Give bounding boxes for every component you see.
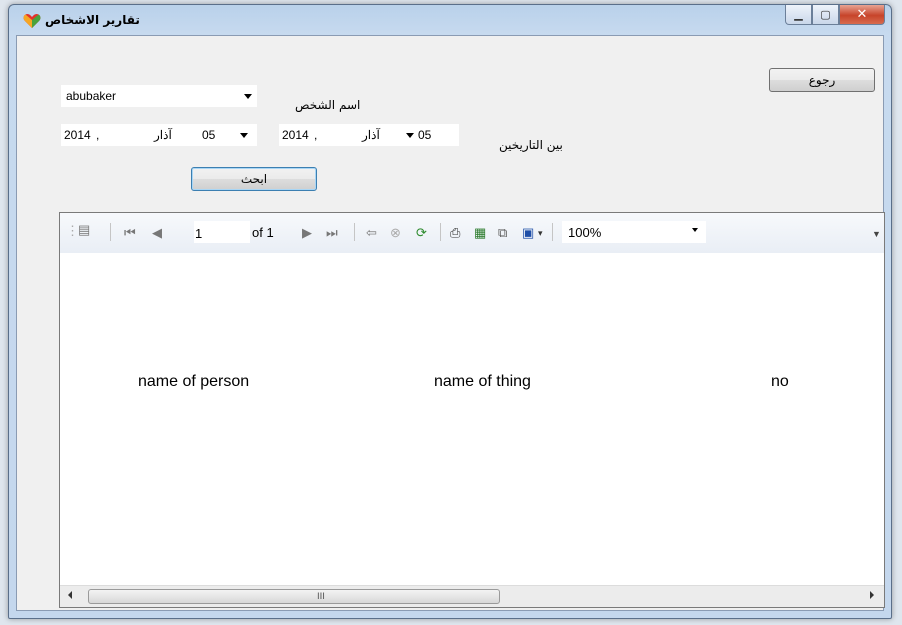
refresh-icon[interactable]: ⟳ (416, 225, 427, 241)
window-title: تقارير الاشخاص (45, 13, 140, 27)
date-from-comma: , (96, 128, 100, 142)
previous-page-icon[interactable]: ◀ (152, 225, 162, 241)
title-bar[interactable]: تقارير الاشخاص ▁ ▢ ✕ (9, 5, 891, 35)
scrollbar-thumb[interactable]: III (88, 589, 500, 604)
caption-buttons: ▁ ▢ ✕ (785, 5, 885, 27)
scrollbar-grip: III (317, 592, 325, 602)
chevron-down-icon (692, 228, 698, 232)
date-from-day: 05 (202, 128, 216, 142)
app-heart-icon (23, 14, 41, 28)
person-label: اسم الشخص (295, 98, 361, 112)
report-toolbar: ⋮ ▤ ⏮ ◀ 1 of 1 ▶ ⏭ ⇦ ⊗ ⟳ ⎙ ▦ ⧉ ▣ ▾ 100% … (60, 213, 884, 253)
back-button[interactable]: رجوع (769, 68, 875, 92)
next-page-icon[interactable]: ▶ (302, 225, 312, 241)
zoom-value: 100% (568, 225, 602, 240)
date-from-year: 2014 (64, 128, 91, 142)
date-to-year: 2014 (282, 128, 309, 142)
page-number-value: 1 (195, 226, 203, 241)
toolbar-separator (440, 223, 441, 241)
toolbar-separator (110, 223, 111, 241)
chevron-down-icon (244, 94, 252, 99)
document-map-icon[interactable]: ▤ (78, 222, 90, 238)
print-icon[interactable]: ⎙ (450, 225, 460, 241)
between-dates-label: بين التاريخين (499, 138, 563, 152)
maximize-button[interactable]: ▢ (812, 5, 839, 25)
first-page-icon[interactable]: ⏮ (124, 225, 136, 241)
date-picker-from[interactable]: 2014 , آذار 05 (61, 124, 257, 146)
stop-icon[interactable]: ⊗ (390, 225, 401, 241)
toolbar-separator (552, 223, 553, 241)
export-save-icon[interactable]: ▣ (522, 225, 534, 241)
date-picker-to[interactable]: 2014 , آذار 05 (279, 124, 459, 146)
minimize-button[interactable]: ▁ (785, 5, 812, 25)
chevron-down-icon (406, 133, 414, 138)
date-from-month: آذار (154, 128, 172, 142)
last-page-icon[interactable]: ⏭ (326, 225, 338, 241)
desktop: تقارير الاشخاص ▁ ▢ ✕ abubaker اسم الشخص … (0, 0, 902, 625)
scroll-right-icon[interactable] (870, 591, 874, 599)
report-content: name of person name of thing no (60, 253, 884, 585)
page-setup-icon[interactable]: ⧉ (498, 225, 507, 241)
scroll-left-icon[interactable] (68, 591, 72, 599)
zoom-select[interactable]: 100% (562, 221, 706, 243)
back-to-parent-icon[interactable]: ⇦ (366, 225, 377, 241)
toolbar-overflow-icon[interactable]: ▼ (872, 229, 881, 239)
maximize-icon: ▢ (820, 8, 831, 21)
person-combo[interactable]: abubaker (61, 85, 257, 107)
minimize-icon: ▁ (794, 8, 803, 21)
page-number-input[interactable]: 1 (194, 221, 250, 243)
column-no: no (771, 373, 789, 390)
toolbar-separator (354, 223, 355, 241)
report-viewer: ⋮ ▤ ⏮ ◀ 1 of 1 ▶ ⏭ ⇦ ⊗ ⟳ ⎙ ▦ ⧉ ▣ ▾ 100% … (59, 212, 885, 608)
person-combo-value: abubaker (66, 89, 117, 103)
date-to-month: آذار (362, 128, 380, 142)
date-to-day: 05 (418, 128, 432, 142)
date-to-comma: , (314, 128, 318, 142)
total-pages-label: of 1 (252, 225, 274, 240)
horizontal-scrollbar[interactable]: III (60, 585, 884, 607)
close-button[interactable]: ✕ (839, 5, 885, 25)
report-window: تقارير الاشخاص ▁ ▢ ✕ abubaker اسم الشخص … (8, 4, 892, 619)
search-button[interactable]: ابحث (191, 167, 317, 191)
close-icon: ✕ (856, 7, 868, 22)
column-name-of-thing: name of thing (434, 373, 531, 390)
chevron-down-icon[interactable]: ▾ (538, 228, 543, 239)
form-client-area: abubaker اسم الشخص رجوع 2014 , آذار 05 2… (16, 35, 885, 611)
chevron-down-icon (240, 133, 248, 138)
column-name-of-person: name of person (138, 373, 250, 390)
print-layout-icon[interactable]: ▦ (474, 225, 486, 241)
